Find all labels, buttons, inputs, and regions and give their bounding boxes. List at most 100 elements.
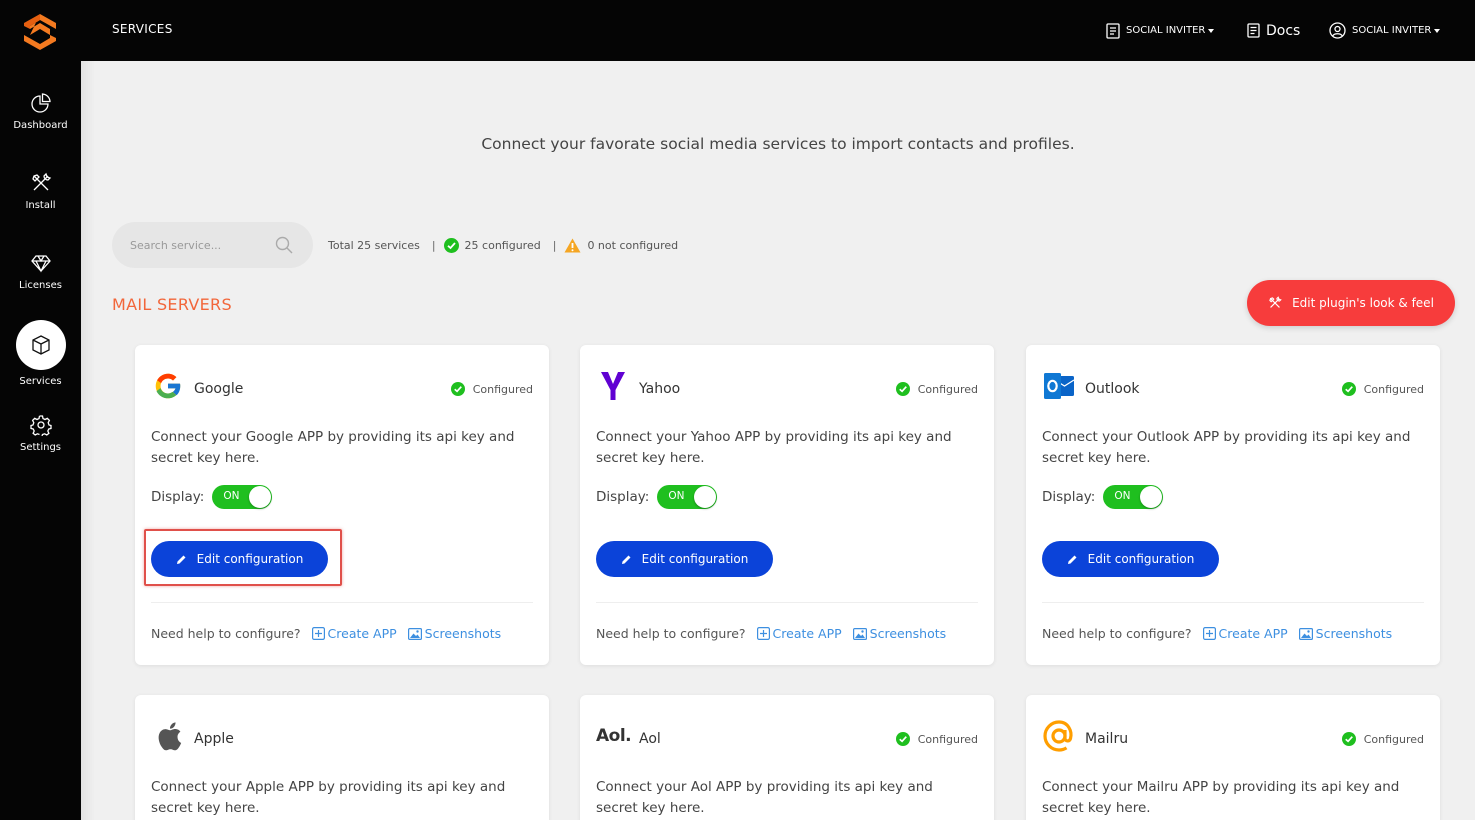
- user-menu[interactable]: SOCIAL INVITER: [1329, 0, 1441, 61]
- pencil-icon: [176, 555, 186, 564]
- image-icon: [407, 627, 422, 640]
- check-circle-icon: [895, 382, 910, 396]
- screenshots-label: Screenshots: [424, 626, 502, 641]
- docs-label: Docs: [1266, 22, 1301, 39]
- toggle-knob: [249, 486, 272, 508]
- mailru-at-icon: [1042, 719, 1076, 753]
- check-circle-icon: [1341, 732, 1356, 746]
- gear-icon: [29, 415, 52, 436]
- edit-configuration-button[interactable]: Edit configuration: [596, 541, 773, 577]
- toggle-state: ON: [1114, 490, 1131, 502]
- service-card-yahoo: Yahoo Configured Connect your Yahoo APP …: [580, 345, 994, 665]
- check-circle-icon: [450, 382, 465, 396]
- create-app-link[interactable]: Create APP: [1202, 626, 1288, 641]
- divider: [1042, 602, 1424, 603]
- screenshots-link[interactable]: Screenshots: [407, 626, 502, 641]
- service-description: Connect your Apple APP by providing its …: [151, 779, 506, 816]
- status-label: Configured: [1363, 382, 1424, 396]
- create-app-link[interactable]: Create APP: [756, 626, 842, 641]
- top-bar: SERVICES SOCIAL INVITER Docs SOCIAL INVI…: [81, 0, 1475, 61]
- sidebar-item-label: Services: [19, 376, 62, 387]
- search-box: [112, 222, 313, 268]
- apple-logo-icon: [151, 719, 185, 753]
- warning-icon: [564, 238, 581, 252]
- sidebar-item-dashboard[interactable]: Dashboard: [0, 92, 81, 131]
- service-card-google: Google Configured Connect your Google AP…: [135, 345, 549, 665]
- display-toggle[interactable]: ON: [657, 485, 718, 509]
- page-title: SERVICES: [112, 22, 173, 36]
- screenshots-link[interactable]: Screenshots: [852, 626, 947, 641]
- plus-square-icon: [756, 627, 770, 640]
- outlook-logo-icon: [1042, 369, 1076, 403]
- page-subtitle: Connect your favorate social media servi…: [481, 135, 1075, 153]
- search-input[interactable]: [130, 236, 280, 254]
- display-toggle[interactable]: ON: [212, 485, 273, 509]
- status-label: Configured: [917, 732, 978, 746]
- services-stats: Total 25 services | 25 configured | 0 no…: [328, 235, 678, 255]
- docs-link[interactable]: Docs: [1247, 0, 1300, 61]
- sidebar-item-settings[interactable]: Settings: [0, 414, 81, 453]
- edit-look-and-feel-label: Edit plugin's look & feel: [1292, 296, 1434, 310]
- search-icon[interactable]: [275, 236, 293, 254]
- document-icon: [1106, 22, 1120, 39]
- service-name: Aol: [639, 731, 661, 747]
- service-name: Apple: [194, 731, 234, 747]
- help-label: Need help to configure?: [1042, 626, 1192, 641]
- service-name: Outlook: [1085, 381, 1140, 397]
- display-setting: Display: ON: [596, 485, 718, 509]
- screenshots-label: Screenshots: [869, 626, 947, 641]
- sidebar-item-licenses[interactable]: Licenses: [0, 252, 81, 291]
- plus-square-icon: [1202, 627, 1216, 640]
- status-badge: Configured: [895, 382, 978, 396]
- toggle-knob: [694, 486, 717, 508]
- screenshots-link[interactable]: Screenshots: [1298, 626, 1392, 641]
- toggle-state: ON: [223, 490, 240, 502]
- check-circle-icon: [1341, 382, 1356, 396]
- docs-icon: [1247, 23, 1260, 38]
- main-content: Connect your favorate social media servi…: [81, 61, 1475, 820]
- brand-logo-icon[interactable]: [22, 13, 58, 51]
- toggle-state: ON: [668, 490, 685, 502]
- caret-down-icon: [1208, 28, 1215, 33]
- service-description: Connect your Google APP by providing its…: [151, 429, 515, 466]
- edit-look-and-feel-button[interactable]: Edit plugin's look & feel: [1247, 280, 1455, 326]
- sidebar-item-install[interactable]: Install: [0, 172, 81, 211]
- create-app-link[interactable]: Create APP: [311, 626, 397, 641]
- project-menu[interactable]: SOCIAL INVITER: [1106, 0, 1215, 61]
- edit-configuration-button[interactable]: Edit configuration: [1042, 541, 1219, 577]
- box-icon: [31, 335, 50, 355]
- sidebar-item-label: Licenses: [19, 280, 62, 291]
- edit-configuration-label: Edit configuration: [1087, 552, 1195, 566]
- help-label: Need help to configure?: [596, 626, 746, 641]
- service-description: Connect your Outlook APP by providing it…: [1042, 429, 1411, 466]
- stats-separator: |: [431, 238, 436, 252]
- display-setting: Display: ON: [151, 485, 273, 509]
- tools-icon: [1269, 296, 1282, 308]
- service-name: Mailru: [1085, 731, 1129, 747]
- divider: [596, 602, 978, 603]
- sidebar: Dashboard Install Licenses Services Sett…: [0, 0, 81, 820]
- service-card-outlook: Outlook Configured Connect your Outlook …: [1026, 345, 1440, 665]
- plus-square-icon: [311, 627, 325, 640]
- status-badge: Configured: [1341, 382, 1424, 396]
- service-name: Yahoo: [639, 381, 681, 397]
- status-label: Configured: [472, 382, 533, 396]
- service-description: Connect your Yahoo APP by providing its …: [596, 429, 952, 466]
- create-app-label: Create APP: [327, 626, 397, 641]
- not-configured-count: 0 not configured: [587, 238, 679, 252]
- active-indicator: [15, 320, 66, 370]
- display-toggle[interactable]: ON: [1103, 485, 1164, 509]
- service-description: Connect your Mailru APP by providing its…: [1042, 779, 1400, 816]
- help-row: Need help to configure? Create APP Scree…: [1042, 626, 1392, 641]
- sidebar-item-services[interactable]: Services: [0, 320, 81, 387]
- service-card-apple: Apple Connect your Apple APP by providin…: [135, 695, 549, 820]
- diamond-icon: [30, 255, 51, 273]
- help-label: Need help to configure?: [151, 626, 301, 641]
- edit-configuration-button[interactable]: Edit configuration: [151, 541, 328, 577]
- status-badge: Configured: [1341, 732, 1424, 746]
- divider: [151, 602, 533, 603]
- toggle-knob: [1140, 486, 1163, 508]
- project-menu-label: SOCIAL INVITER: [1126, 25, 1206, 36]
- pencil-icon: [1067, 555, 1077, 564]
- display-label: Display:: [596, 489, 650, 505]
